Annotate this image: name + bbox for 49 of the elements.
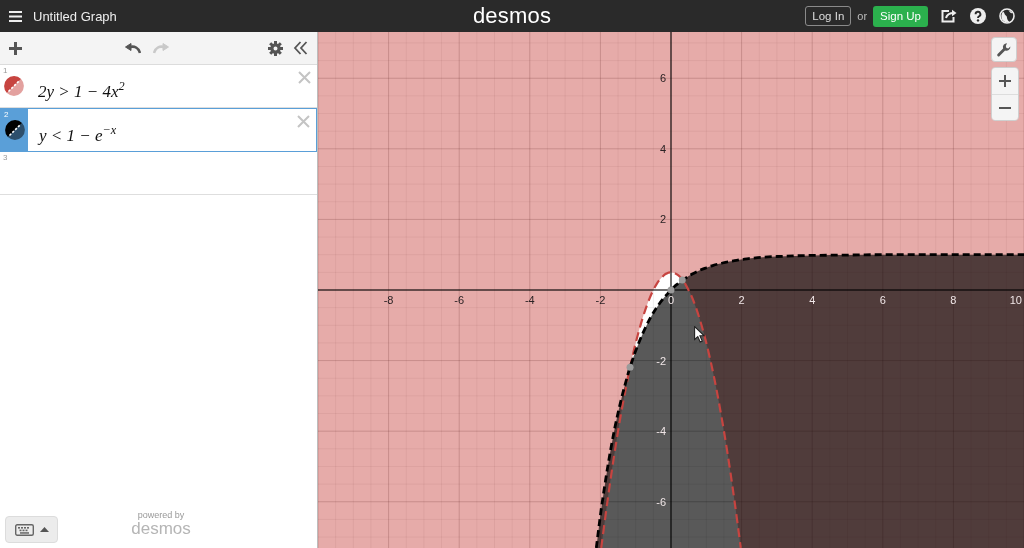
tick-label: 0	[667, 294, 675, 306]
logo-text: desmos	[472, 3, 552, 29]
expression-field[interactable]: y < 1 − e$^{−x}$	[28, 109, 297, 151]
tick-label: 4	[659, 142, 666, 155]
graph-title[interactable]: Untitled Graph	[33, 8, 117, 24]
zoom-in-button[interactable]	[992, 68, 1018, 94]
globe-icon[interactable]	[999, 8, 1015, 24]
share-icon[interactable]	[941, 9, 957, 23]
expression-number: 1	[2, 65, 8, 75]
double-chevron-icon[interactable]	[293, 41, 308, 55]
tick-label: 6	[879, 294, 886, 306]
expression-row[interactable]: 1 2y > 1 − 4x$^{2}$	[0, 65, 317, 108]
login-button[interactable]: Log In	[805, 6, 852, 26]
zoom-out-button[interactable]	[992, 94, 1018, 120]
tick-label: -2	[656, 354, 666, 367]
tick-label: -4	[524, 294, 535, 306]
undo-icon[interactable]	[125, 42, 141, 54]
expression-row[interactable]: 2 y < 1 − e$^{−x}$	[0, 108, 317, 152]
wrench-icon	[996, 41, 1012, 58]
plus-icon[interactable]	[9, 41, 22, 55]
tick-label: -6	[454, 294, 465, 306]
tick-label: -6	[656, 495, 666, 508]
caret-up-icon	[39, 527, 49, 532]
tick-label: 4	[809, 294, 816, 306]
plus-icon	[999, 75, 1011, 87]
keyboard-button[interactable]	[5, 516, 58, 543]
tick-label: 10	[1009, 294, 1022, 306]
cursor-icon	[694, 326, 705, 343]
settings-icon[interactable]	[268, 40, 283, 56]
menu-icon[interactable]	[9, 10, 22, 22]
color-swatch-icon[interactable]	[4, 120, 25, 140]
tick-label: 2	[738, 294, 745, 306]
help-icon[interactable]	[970, 8, 986, 24]
tick-label: -8	[383, 294, 394, 306]
tick-label: 2	[659, 213, 666, 226]
keyboard-icon	[14, 523, 34, 536]
expression-field[interactable]: 2y > 1 − 4x$^{2}$	[27, 65, 298, 107]
tick-label: -2	[595, 294, 606, 306]
expression-number: 2	[3, 109, 9, 119]
tick-label: 8	[950, 294, 957, 306]
graph-settings-button[interactable]	[991, 37, 1017, 62]
expression-number: 3	[2, 152, 8, 162]
or-text: or	[857, 10, 868, 22]
color-swatch-icon[interactable]	[3, 76, 24, 96]
tick-label: 6	[659, 72, 666, 85]
graph-plot[interactable]: -8 -6 -4 -2 0 2 4 6 8 10 -6 -4 -2 2 4 6	[318, 32, 1024, 548]
minus-icon	[999, 106, 1011, 109]
powered-by-text: powered by	[137, 510, 185, 520]
tick-label: -4	[656, 425, 666, 438]
